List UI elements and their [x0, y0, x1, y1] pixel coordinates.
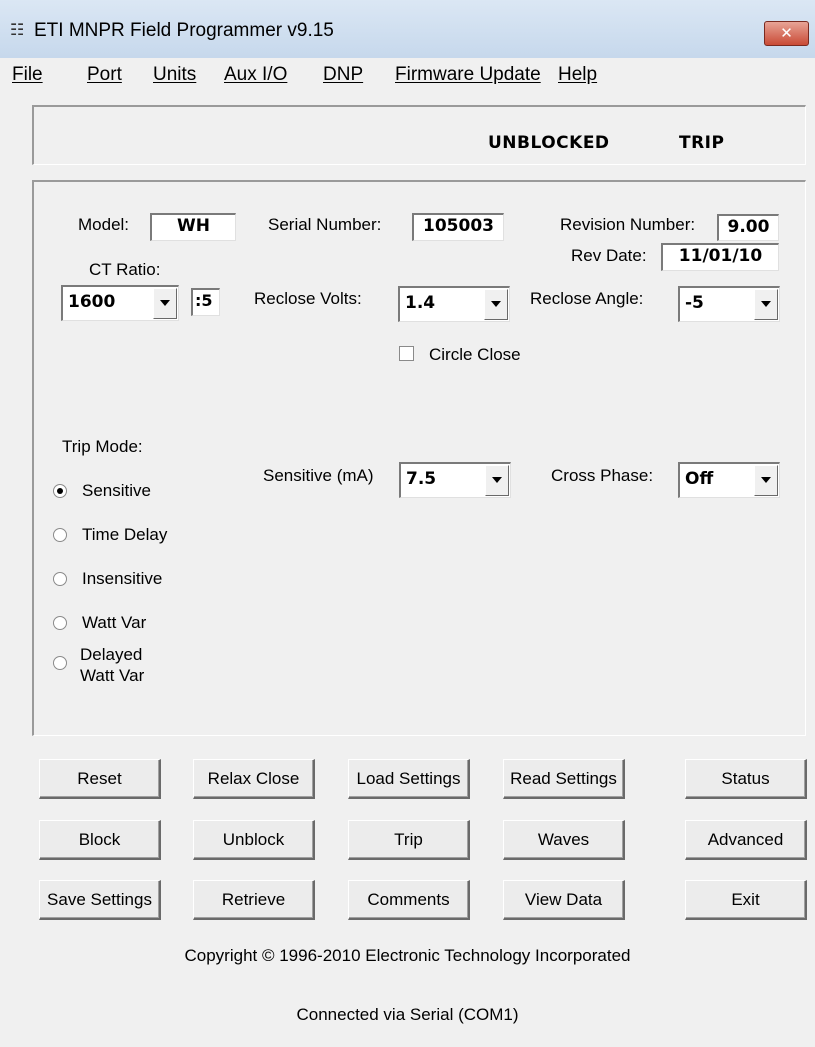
chevron-down-icon: [491, 301, 501, 307]
reclose-angle-label: Reclose Angle:: [530, 289, 644, 308]
sensitive-ma-dropdown[interactable]: 7.5: [399, 462, 511, 498]
trip-mode-option-label[interactable]: Watt Var: [80, 666, 144, 686]
cross-phase-value: Off: [685, 469, 714, 489]
reset-button[interactable]: Reset: [39, 759, 161, 799]
ct-ratio-dropdown-button[interactable]: [153, 288, 177, 319]
trip-mode-radio-insensitive[interactable]: [53, 572, 67, 586]
ct-ratio-dropdown[interactable]: 1600: [61, 285, 179, 321]
menu-port[interactable]: Port: [87, 64, 122, 86]
ct-ratio-value: 1600: [68, 292, 116, 312]
status-button[interactable]: Status: [685, 759, 807, 799]
reclose-volts-dropdown-button[interactable]: [484, 289, 508, 320]
revision-number-label: Revision Number:: [560, 215, 696, 234]
menu-help[interactable]: Help: [558, 64, 597, 86]
trip-mode-label: Trip Mode:: [62, 437, 143, 456]
copyright-text: Copyright © 1996-2010 Electronic Technol…: [184, 946, 631, 965]
menu-bar: File Port Units Aux I/O DNP Firmware Upd…: [0, 58, 815, 92]
window-title: ETI MNPR Field Programmer v9.15: [34, 20, 334, 41]
rev-date-label: Rev Date:: [571, 246, 647, 265]
circle-close-label[interactable]: Circle Close: [429, 345, 521, 365]
block-button[interactable]: Block: [39, 820, 161, 860]
reclose-angle-dropdown[interactable]: -5: [678, 286, 780, 322]
trip-mode-option-label[interactable]: Time Delay: [82, 525, 167, 545]
app-icon[interactable]: ☷: [10, 22, 32, 40]
chevron-down-icon: [761, 301, 771, 307]
cross-phase-dropdown[interactable]: Off: [678, 462, 780, 498]
trip-mode-option-label[interactable]: Delayed: [80, 645, 142, 665]
reclose-volts-dropdown[interactable]: 1.4: [398, 286, 510, 322]
sensitive-ma-value: 7.5: [406, 469, 437, 489]
view-data-button[interactable]: View Data: [503, 880, 625, 920]
reclose-volts-label: Reclose Volts:: [254, 289, 362, 308]
trip-state-indicator: TRIP: [679, 133, 725, 153]
circle-close-checkbox[interactable]: [399, 346, 414, 361]
reclose-angle-dropdown-button[interactable]: [754, 289, 778, 320]
comments-button[interactable]: Comments: [348, 880, 470, 920]
rev-date-field: 11/01/10: [661, 243, 779, 271]
trip-mode-radio-sensitive[interactable]: [53, 484, 67, 498]
title-bar: ☷ ETI MNPR Field Programmer v9.15 ✕: [0, 0, 815, 59]
sensitive-ma-label: Sensitive (mA): [263, 466, 374, 485]
trip-button[interactable]: Trip: [348, 820, 470, 860]
ct-ratio-label: CT Ratio:: [89, 260, 161, 279]
trip-mode-option-label[interactable]: Insensitive: [82, 569, 162, 589]
menu-file[interactable]: File: [12, 64, 43, 86]
revision-number-field: 9.00: [717, 214, 779, 241]
advanced-button[interactable]: Advanced: [685, 820, 807, 860]
connection-status: Connected via Serial (COM1): [296, 1005, 519, 1024]
model-field: WH: [150, 213, 236, 241]
save-settings-button[interactable]: Save Settings: [39, 880, 161, 920]
unblock-button[interactable]: Unblock: [193, 820, 315, 860]
menu-aux-io[interactable]: Aux I/O: [224, 64, 287, 86]
exit-button[interactable]: Exit: [685, 880, 807, 920]
menu-units[interactable]: Units: [153, 64, 196, 86]
trip-mode-option-label[interactable]: Sensitive: [82, 481, 151, 501]
cross-phase-label: Cross Phase:: [551, 466, 654, 485]
block-state-indicator: UNBLOCKED: [488, 133, 610, 153]
close-button[interactable]: ✕: [764, 21, 809, 46]
read-settings-button[interactable]: Read Settings: [503, 759, 625, 799]
waves-button[interactable]: Waves: [503, 820, 625, 860]
ct-ratio-suffix-field: :5: [191, 288, 220, 316]
model-label: Model:: [78, 215, 130, 234]
serial-number-label: Serial Number:: [268, 215, 382, 234]
chevron-down-icon: [492, 477, 502, 483]
serial-number-field: 105003: [412, 213, 504, 241]
trip-mode-radio-delayed-watt-var[interactable]: [53, 656, 67, 670]
load-settings-button[interactable]: Load Settings: [348, 759, 470, 799]
trip-mode-radio-watt-var[interactable]: [53, 616, 67, 630]
chevron-down-icon: [160, 300, 170, 306]
trip-mode-radio-time-delay[interactable]: [53, 528, 67, 542]
radio-selected-dot: [57, 488, 63, 494]
retrieve-button[interactable]: Retrieve: [193, 880, 315, 920]
cross-phase-dropdown-button[interactable]: [754, 465, 778, 496]
chevron-down-icon: [761, 477, 771, 483]
relax-close-button[interactable]: Relax Close: [193, 759, 315, 799]
reclose-angle-value: -5: [685, 293, 704, 313]
reclose-volts-value: 1.4: [405, 293, 436, 313]
menu-firmware-update[interactable]: Firmware Update: [395, 64, 541, 86]
sensitive-ma-dropdown-button[interactable]: [485, 465, 509, 496]
trip-mode-option-label[interactable]: Watt Var: [82, 613, 146, 633]
menu-dnp[interactable]: DNP: [323, 64, 363, 86]
